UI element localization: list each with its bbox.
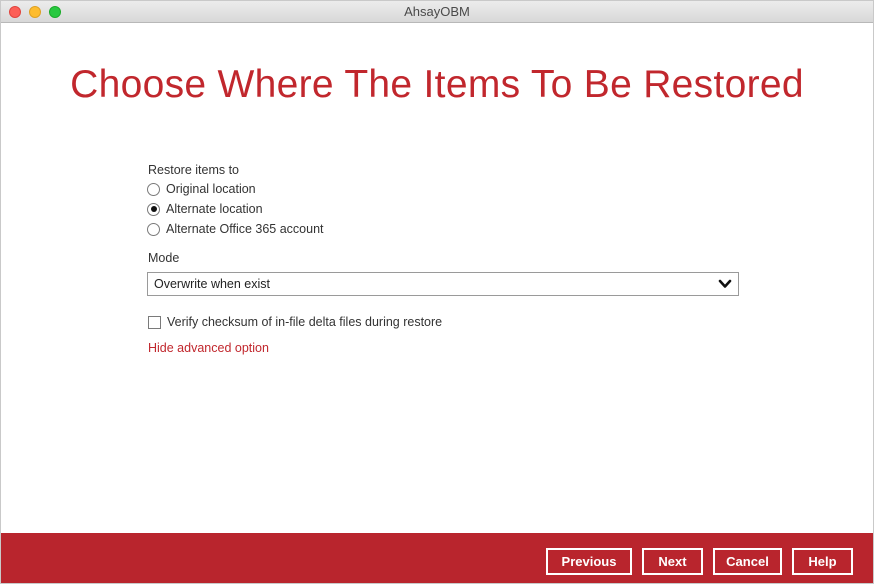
radio-alternate-office365-account[interactable]: Alternate Office 365 account <box>147 221 324 237</box>
window-title: AhsayOBM <box>404 4 470 19</box>
previous-button[interactable]: Previous <box>546 548 632 575</box>
cancel-button[interactable]: Cancel <box>713 548 782 575</box>
verify-checksum-option[interactable]: Verify checksum of in-file delta files d… <box>148 314 442 330</box>
mode-label: Mode <box>148 251 180 265</box>
radio-alternate-location[interactable]: Alternate location <box>147 201 263 217</box>
verify-checksum-checkbox[interactable] <box>148 315 161 329</box>
page-title: Choose Where The Items To Be Restored <box>70 63 804 106</box>
hide-advanced-option-link[interactable]: Hide advanced option <box>148 341 269 355</box>
radio-label: Original location <box>166 182 256 196</box>
radio-button-selected[interactable] <box>147 202 160 216</box>
radio-original-location[interactable]: Original location <box>147 181 256 197</box>
help-button[interactable]: Help <box>792 548 853 575</box>
radio-label: Alternate Office 365 account <box>166 222 324 236</box>
chevron-down-icon <box>718 279 732 288</box>
app-window: AhsayOBM Choose Where The Items To Be Re… <box>0 0 874 584</box>
radio-button[interactable] <box>147 182 160 196</box>
footer-bar: Previous Next Cancel Help <box>1 533 873 583</box>
restore-items-label: Restore items to <box>148 163 240 177</box>
title-bar: AhsayOBM <box>1 1 873 23</box>
radio-button[interactable] <box>147 222 160 236</box>
radio-label: Alternate location <box>166 202 263 216</box>
verify-checksum-label: Verify checksum of in-file delta files d… <box>167 315 443 329</box>
mode-select[interactable]: Overwrite when exist <box>147 272 739 296</box>
mode-select-value: Overwrite when exist <box>154 277 271 291</box>
next-button[interactable]: Next <box>642 548 703 575</box>
